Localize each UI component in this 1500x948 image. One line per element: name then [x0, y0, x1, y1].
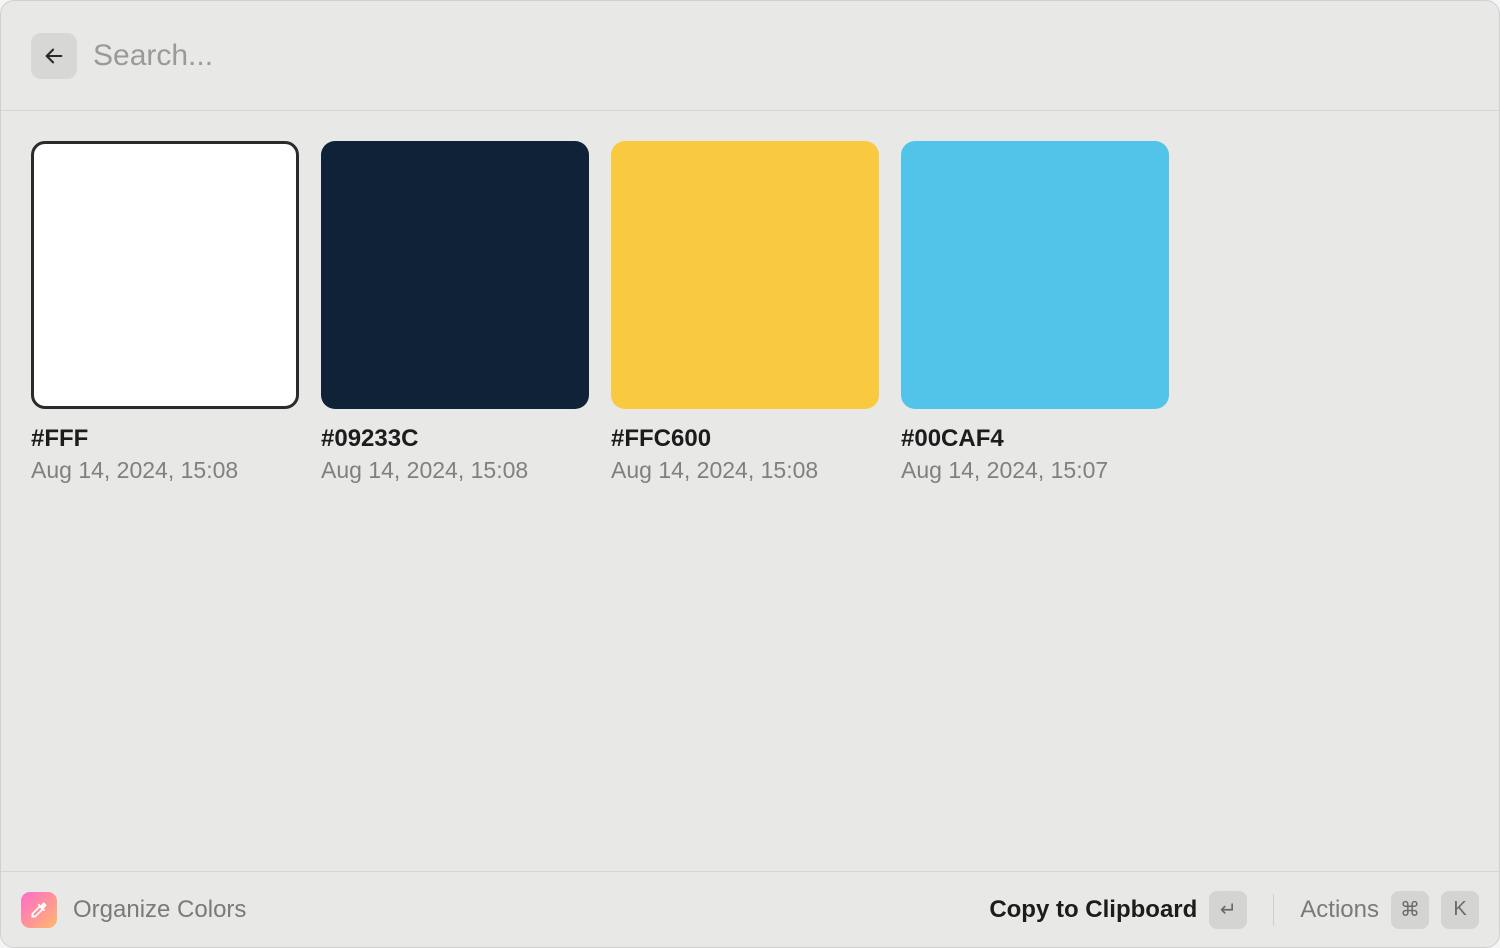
footer-bar: Organize Colors Copy to Clipboard ↵ Acti…: [1, 871, 1499, 947]
search-input[interactable]: [93, 39, 1469, 73]
back-button[interactable]: [31, 33, 77, 79]
color-swatch: [31, 141, 299, 409]
color-hex-label: #FFC600: [611, 425, 879, 453]
actions-label: Actions: [1300, 896, 1379, 924]
color-swatch-item[interactable]: #00CAF4 Aug 14, 2024, 15:07: [901, 141, 1169, 484]
enter-key-icon: ↵: [1209, 891, 1247, 929]
color-grid: #FFF Aug 14, 2024, 15:08 #09233C Aug 14, 20…: [31, 141, 1469, 484]
cmd-key-icon: ⌘: [1391, 891, 1429, 929]
color-hex-label: #09233C: [321, 425, 589, 453]
copy-label: Copy to Clipboard: [989, 896, 1197, 924]
color-timestamp: Aug 14, 2024, 15:08: [321, 457, 589, 484]
color-swatch: [611, 141, 879, 409]
actions-menu-trigger[interactable]: Actions ⌘ K: [1300, 891, 1479, 929]
app-icon: [21, 892, 57, 928]
color-timestamp: Aug 14, 2024, 15:07: [901, 457, 1169, 484]
arrow-left-icon: [43, 45, 65, 67]
color-swatch: [901, 141, 1169, 409]
color-swatch: [321, 141, 589, 409]
header-bar: [1, 1, 1499, 111]
k-key-icon: K: [1441, 891, 1479, 929]
color-timestamp: Aug 14, 2024, 15:08: [611, 457, 879, 484]
app-window: #FFF Aug 14, 2024, 15:08 #09233C Aug 14, 20…: [0, 0, 1500, 948]
color-swatch-item[interactable]: #FFF Aug 14, 2024, 15:08: [31, 141, 299, 484]
color-swatch-item[interactable]: #09233C Aug 14, 2024, 15:08: [321, 141, 589, 484]
color-swatch-item[interactable]: #FFC600 Aug 14, 2024, 15:08: [611, 141, 879, 484]
app-title: Organize Colors: [73, 896, 246, 924]
content-area: #FFF Aug 14, 2024, 15:08 #09233C Aug 14, 20…: [1, 111, 1499, 871]
color-timestamp: Aug 14, 2024, 15:08: [31, 457, 299, 484]
color-hex-label: #00CAF4: [901, 425, 1169, 453]
eyedropper-icon: [29, 900, 49, 920]
footer-divider: [1273, 894, 1274, 926]
copy-action[interactable]: Copy to Clipboard ↵: [989, 891, 1247, 929]
color-hex-label: #FFF: [31, 425, 299, 453]
